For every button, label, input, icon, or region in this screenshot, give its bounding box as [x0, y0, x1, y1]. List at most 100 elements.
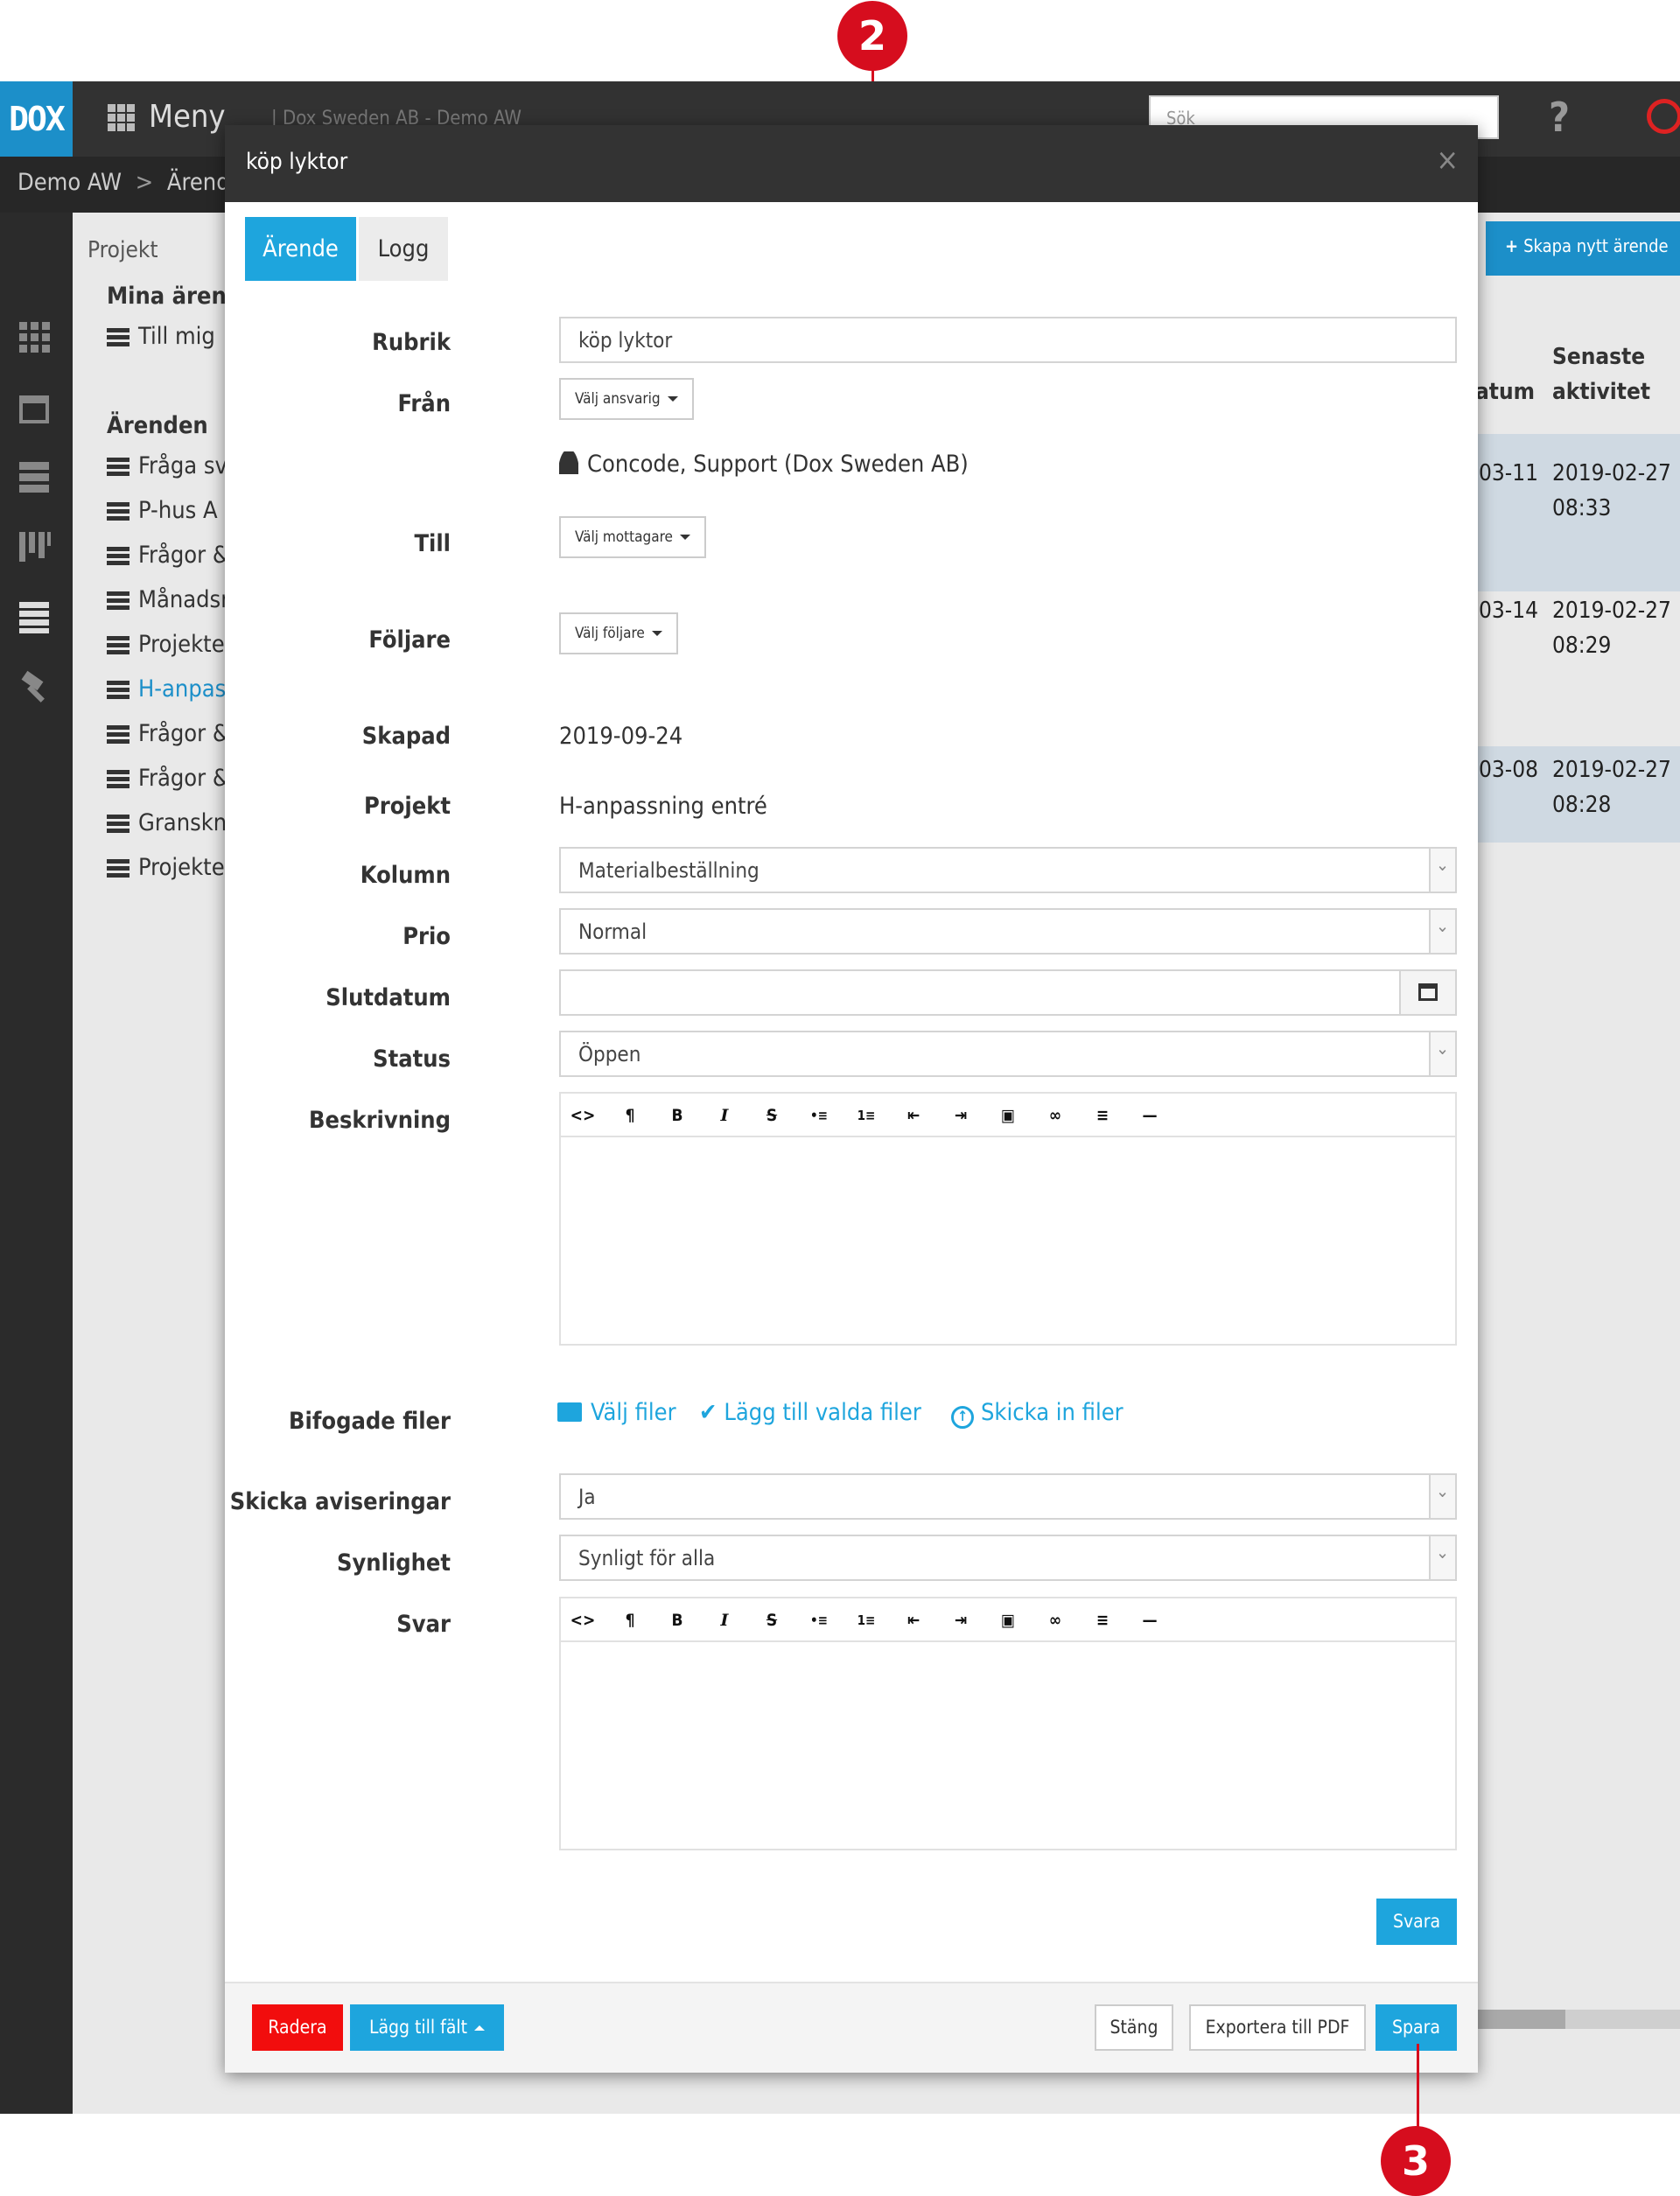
code-view-icon[interactable]: <> — [570, 1102, 596, 1129]
reply-editor[interactable]: <> ¶ B I S •≡ 1≡ ⇤ ⇥ ▣ ∞ ≡ — — [559, 1597, 1457, 1850]
breadcrumb-root[interactable]: Demo AW — [18, 169, 122, 196]
notifications-select[interactable]: Ja — [559, 1473, 1457, 1520]
label-status: Status — [373, 1046, 451, 1073]
list-icon — [107, 858, 130, 878]
strikethrough-icon[interactable]: S — [759, 1607, 785, 1633]
close-icon[interactable]: × — [1436, 143, 1459, 178]
end-date-input[interactable] — [559, 969, 1457, 1016]
italic-icon[interactable]: I — [711, 1102, 738, 1129]
table-row[interactable]: 03-08 2019-02-27 08:28 — [1475, 746, 1680, 843]
horizontal-rule-icon[interactable]: — — [1137, 1607, 1163, 1633]
align-icon[interactable]: ≡ — [1089, 1102, 1116, 1129]
select-recipient-button[interactable]: Välj mottagare — [559, 516, 706, 558]
menu-button[interactable]: Meny — [149, 99, 226, 135]
sidebar — [0, 213, 73, 2114]
column-select[interactable]: Materialbeställning — [559, 847, 1457, 893]
list-item[interactable]: Till mig — [107, 323, 215, 350]
kanban-icon[interactable] — [19, 532, 51, 563]
numbered-list-icon[interactable]: 1≡ — [853, 1607, 879, 1633]
list-icon — [107, 501, 130, 521]
delete-button[interactable]: Radera — [252, 2004, 343, 2051]
link-icon[interactable]: ∞ — [1042, 1102, 1068, 1129]
select-followers-button[interactable]: Välj följare — [559, 612, 678, 654]
caret-down-icon — [651, 631, 662, 636]
link-icon[interactable]: ∞ — [1042, 1607, 1068, 1633]
project-name: H-anpassning entré — [559, 793, 767, 820]
chevron-down-icon — [1429, 910, 1455, 953]
menu-grid-icon[interactable] — [108, 104, 136, 132]
close-button[interactable]: Stäng — [1095, 2004, 1173, 2051]
bullet-list-icon[interactable]: •≡ — [806, 1607, 832, 1633]
label-foljare: Följare — [368, 626, 451, 654]
export-pdf-button[interactable]: Exportera till PDF — [1189, 2004, 1366, 2051]
list-icon — [107, 680, 130, 700]
list-icon — [107, 635, 130, 655]
status-select[interactable]: Öppen — [559, 1031, 1457, 1077]
list-item-active[interactable]: H-anpas — [107, 675, 226, 703]
list-item[interactable]: Projekte — [107, 854, 225, 881]
server-icon[interactable] — [19, 462, 51, 493]
modal-title: köp lyktor — [246, 149, 348, 175]
bullet-list-icon[interactable]: •≡ — [806, 1102, 832, 1129]
paragraph-icon[interactable]: ¶ — [617, 1102, 643, 1129]
select-responsible-button[interactable]: Välj ansvarig — [559, 378, 694, 420]
list-icon — [107, 814, 130, 834]
outdent-icon[interactable]: ⇤ — [900, 1102, 927, 1129]
new-case-button[interactable]: + Skapa nytt ärende — [1486, 221, 1680, 276]
list-icon — [107, 591, 130, 611]
horizontal-scrollbar[interactable] — [1478, 2010, 1565, 2029]
list-item[interactable]: Månadsr — [107, 586, 229, 613]
chevron-down-icon — [1429, 1536, 1455, 1579]
power-icon[interactable] — [1647, 99, 1680, 134]
image-icon[interactable]: ▣ — [995, 1607, 1021, 1633]
list-item[interactable]: Frågor & — [107, 542, 229, 569]
list-icon[interactable] — [19, 602, 51, 633]
list-icon — [107, 546, 130, 566]
outdent-icon[interactable]: ⇤ — [900, 1607, 927, 1633]
code-view-icon[interactable]: <> — [570, 1607, 596, 1633]
calendar-icon[interactable] — [19, 392, 51, 423]
reply-button[interactable]: Svara — [1376, 1899, 1457, 1945]
table-row[interactable]: 03-14 2019-02-27 08:29 — [1475, 598, 1680, 685]
scrollbar-track[interactable] — [1565, 2010, 1680, 2029]
strikethrough-icon[interactable]: S — [759, 1102, 785, 1129]
list-item[interactable]: Projekte — [107, 631, 225, 658]
label-till: Till — [414, 530, 451, 557]
app-logo[interactable]: DOX — [0, 81, 73, 157]
align-icon[interactable]: ≡ — [1089, 1607, 1116, 1633]
label-prio: Prio — [402, 923, 451, 950]
bold-icon[interactable]: B — [664, 1607, 690, 1633]
calendar-icon[interactable] — [1399, 971, 1455, 1014]
annotation-marker-3: 3 — [1381, 2126, 1451, 2196]
horizontal-rule-icon[interactable]: — — [1137, 1102, 1163, 1129]
add-selected-files-link[interactable]: ✔ Lägg till valda filer — [699, 1399, 921, 1426]
numbered-list-icon[interactable]: 1≡ — [853, 1102, 879, 1129]
upload-files-link[interactable]: ↑ Skicka in filer — [951, 1399, 1124, 1429]
column-header-activity: Senaste — [1552, 344, 1646, 370]
image-icon[interactable]: ▣ — [995, 1102, 1021, 1129]
visibility-select[interactable]: Synligt för alla — [559, 1535, 1457, 1581]
tab-case[interactable]: Ärende — [245, 217, 356, 281]
help-icon[interactable]: ? — [1549, 94, 1570, 141]
italic-icon[interactable]: I — [711, 1607, 738, 1633]
paragraph-icon[interactable]: ¶ — [617, 1607, 643, 1633]
dashboard-icon[interactable] — [19, 322, 51, 353]
label-fran: Från — [397, 390, 451, 417]
list-item[interactable]: Fråga sv — [107, 452, 228, 479]
priority-select[interactable]: Normal — [559, 908, 1457, 955]
indent-icon[interactable]: ⇥ — [948, 1102, 974, 1129]
bold-icon[interactable]: B — [664, 1102, 690, 1129]
tab-log[interactable]: Logg — [359, 217, 448, 281]
list-item[interactable]: Granskni — [107, 809, 233, 836]
add-field-button[interactable]: Lägg till fält — [350, 2004, 504, 2051]
title-input[interactable]: köp lyktor — [559, 317, 1457, 363]
choose-files-link[interactable]: Välj filer — [557, 1399, 676, 1426]
list-item[interactable]: P-hus A — [107, 497, 218, 524]
list-item[interactable]: Frågor & — [107, 765, 229, 792]
description-editor[interactable]: <> ¶ B I S •≡ 1≡ ⇤ ⇥ ▣ ∞ ≡ — — [559, 1092, 1457, 1346]
hammer-icon[interactable] — [19, 670, 51, 703]
list-item[interactable]: Frågor & — [107, 720, 229, 747]
table-row[interactable]: 03-11 2019-02-27 08:33 — [1475, 434, 1680, 591]
indent-icon[interactable]: ⇥ — [948, 1607, 974, 1633]
label-aviseringar: Skicka aviseringar — [229, 1488, 451, 1515]
